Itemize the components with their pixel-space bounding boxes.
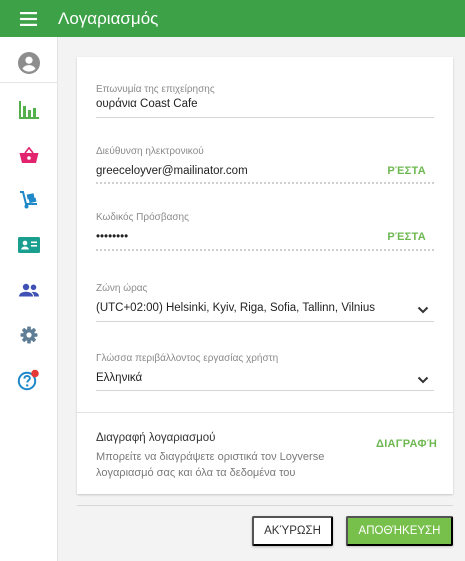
id-card-icon: [18, 237, 40, 253]
email-label: Διεύθυνση ηλεκτρονικού: [96, 146, 204, 157]
timezone-underline: [96, 321, 434, 322]
language-value: Ελληνικά: [96, 372, 143, 384]
sidebar-item-sales[interactable]: [0, 135, 58, 175]
sidebar-item-settings[interactable]: [0, 315, 58, 355]
language-select[interactable]: Γλώσσα περιβάλλοντος εργασίας χρήστη Ελλ…: [96, 353, 434, 393]
section-divider: [77, 412, 453, 413]
business-name-underline: [96, 117, 434, 118]
sidebar: [0, 37, 58, 561]
footer-divider: [77, 505, 453, 506]
top-app-bar: Λογαριασμός: [0, 0, 465, 37]
people-icon: [19, 283, 39, 297]
notification-badge: [31, 369, 39, 378]
sidebar-item-reports[interactable]: [0, 90, 58, 130]
cancel-button[interactable]: ΑΚΎΡΩΣΗ: [252, 516, 333, 546]
timezone-select[interactable]: Ζώνη ώρας (UTC+02:00) Helsinki, Kyiv, Ri…: [96, 283, 434, 323]
business-name-field[interactable]: Επωνυμία της επιχείρησης ουράνια Coast C…: [96, 84, 434, 118]
hand-truck-icon: [20, 191, 37, 209]
business-name-value[interactable]: ουράνια Coast Cafe: [96, 98, 198, 110]
timezone-value: (UTC+02:00) Helsinki, Kyiv, Riga, Sofia,…: [96, 302, 375, 314]
bar-chart-icon: [19, 101, 39, 119]
email-field: Διεύθυνση ηλεκτρονικού greeceloyver@mail…: [96, 146, 434, 186]
account-settings-card: Επωνυμία της επιχείρησης ουράνια Coast C…: [77, 57, 453, 494]
basket-icon: [19, 146, 39, 163]
save-button[interactable]: ΑΠΟΘΉΚΕΥΣΗ: [346, 516, 453, 546]
gear-icon: [20, 326, 38, 344]
timezone-label: Ζώνη ώρας: [96, 283, 148, 294]
sidebar-item-help[interactable]: [0, 360, 58, 400]
password-value: ••••••••: [96, 231, 129, 243]
change-password-button[interactable]: ΡΈΣΤΑ: [387, 231, 426, 243]
delete-account-button[interactable]: ΔΙΑΓΡΑΦΉ: [376, 438, 437, 450]
chevron-down-icon: [417, 306, 429, 314]
page-title: Λογαριασμός: [58, 8, 159, 28]
sidebar-item-inventory[interactable]: [0, 180, 58, 220]
language-underline: [96, 390, 434, 391]
password-underline: [96, 249, 434, 251]
email-value: greeceloyver@mailinator.com: [96, 165, 248, 177]
sidebar-item-account[interactable]: [0, 43, 58, 83]
chevron-down-icon: [417, 376, 429, 384]
language-label: Γλώσσα περιβάλλοντος εργασίας χρήστη: [96, 353, 279, 364]
menu-button[interactable]: [0, 0, 56, 37]
sidebar-item-customers[interactable]: [0, 270, 58, 310]
account-circle-icon: [18, 51, 40, 74]
password-label: Κωδικός Πρόσβασης: [96, 212, 189, 223]
help-circle-icon: [17, 369, 39, 391]
sidebar-item-employees[interactable]: [0, 225, 58, 265]
delete-account-title: Διαγραφή λογαριασμού: [96, 432, 216, 444]
delete-account-description: Μπορείτε να διαγράψετε οριστικά τον Loyv…: [96, 451, 325, 479]
business-name-label: Επωνυμία της επιχείρησης: [96, 84, 215, 95]
email-underline: [96, 182, 434, 184]
change-email-button[interactable]: ΡΈΣΤΑ: [387, 165, 426, 177]
password-field: Κωδικός Πρόσβασης •••••••• ΡΈΣΤΑ: [96, 212, 434, 254]
hamburger-menu-icon: [19, 11, 37, 26]
